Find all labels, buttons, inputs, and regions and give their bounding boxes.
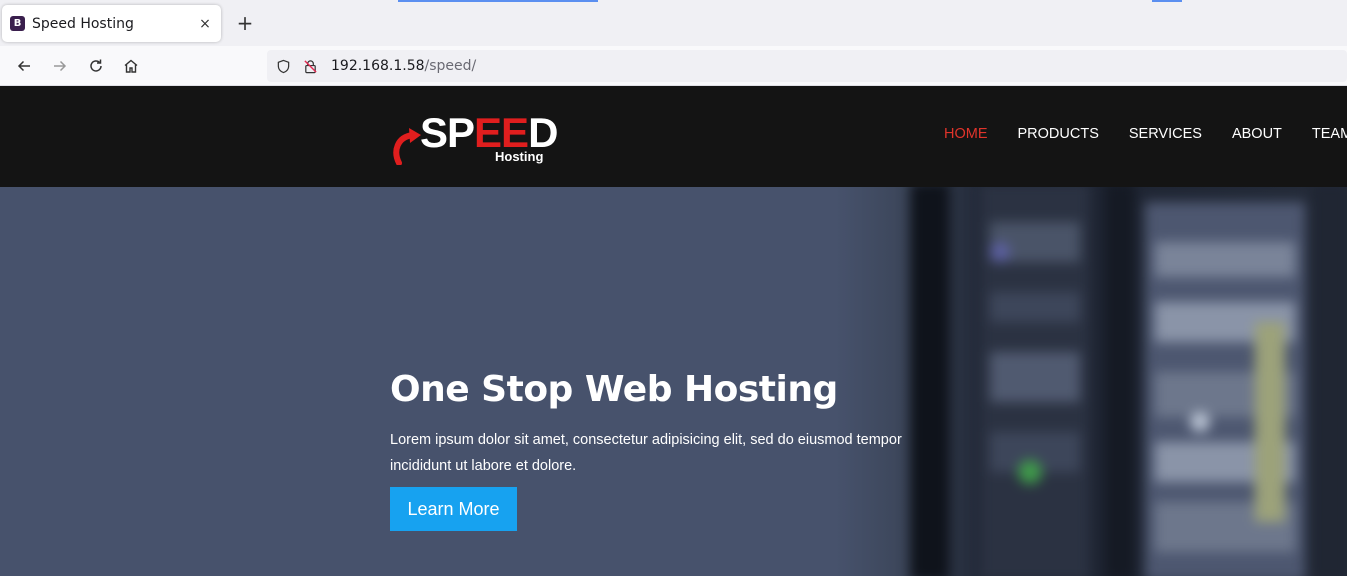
forward-icon — [54, 60, 67, 72]
menu-item-products[interactable]: PRODUCTS — [1018, 126, 1099, 142]
menu-item-team[interactable]: TEAM — [1312, 126, 1347, 142]
reload-button[interactable] — [84, 54, 108, 78]
reload-icon — [90, 59, 102, 72]
home-icon — [124, 59, 138, 73]
site-favicon-icon: B — [10, 16, 25, 31]
logo-text-part: SP — [420, 109, 475, 156]
main-menu: HOME PRODUCTS SERVICES ABOUT TEAM — [944, 126, 1347, 142]
browser-tab[interactable]: B Speed Hosting × — [2, 5, 221, 42]
forward-button[interactable] — [48, 54, 72, 78]
tab-title: Speed Hosting — [32, 15, 134, 32]
insecure-lock-icon[interactable] — [302, 58, 318, 74]
hero-title: One Stop Web Hosting — [390, 369, 838, 410]
url-bar[interactable]: 192.168.1.58/speed/ — [267, 50, 1347, 82]
tab-strip-accent — [398, 0, 598, 2]
menu-item-home[interactable]: HOME — [944, 126, 988, 142]
hero-server-rack-image — [910, 187, 1347, 576]
hero-section: One Stop Web Hosting Lorem ipsum dolor s… — [0, 187, 1347, 576]
tab-close-icon[interactable]: × — [197, 16, 213, 32]
new-tab-button[interactable]: + — [234, 12, 256, 34]
browser-nav-bar: 192.168.1.58/speed/ — [0, 46, 1347, 86]
home-button[interactable] — [119, 54, 143, 78]
tab-strip-accent — [1152, 0, 1182, 2]
url-text[interactable]: 192.168.1.58/speed/ — [331, 58, 476, 74]
hero-description: Lorem ipsum dolor sit amet, consectetur … — [390, 432, 902, 474]
url-path: /speed/ — [424, 58, 477, 74]
back-icon — [17, 60, 30, 72]
logo-subtitle: Hosting — [495, 149, 544, 164]
browser-tab-bar: B Speed Hosting × + — [0, 0, 1347, 46]
menu-item-services[interactable]: SERVICES — [1129, 126, 1202, 142]
site-header: SPEED Hosting HOME PRODUCTS SERVICES ABO… — [0, 86, 1347, 187]
url-host: 192.168.1.58 — [331, 58, 425, 74]
logo-arrow-icon — [393, 128, 421, 165]
menu-item-about[interactable]: ABOUT — [1232, 126, 1282, 142]
learn-more-button[interactable]: Learn More — [390, 487, 517, 531]
back-button[interactable] — [12, 54, 36, 78]
site-logo[interactable]: SPEED Hosting — [393, 109, 563, 169]
shield-icon[interactable] — [275, 58, 291, 74]
